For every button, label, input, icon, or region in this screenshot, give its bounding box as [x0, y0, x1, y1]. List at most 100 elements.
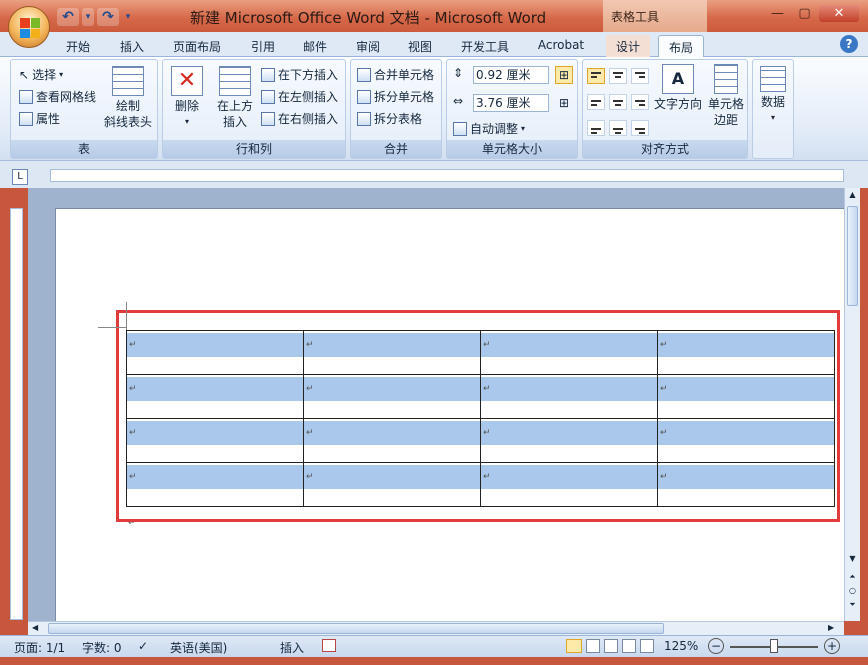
group-merge: 合并单元格 拆分单元格 拆分表格 合并: [350, 59, 442, 159]
close-icon[interactable]: ✕: [819, 5, 859, 22]
scroll-right-icon[interactable]: ▶: [828, 623, 838, 633]
undo-dropdown-icon[interactable]: ▾: [82, 8, 94, 26]
minimize-icon[interactable]: —: [765, 5, 790, 22]
group-alignment-label: 对齐方式: [583, 140, 747, 158]
autofit-button[interactable]: 自动调整 ▾: [453, 120, 525, 137]
tab-home[interactable]: 开始: [58, 35, 98, 57]
macro-record-icon[interactable]: [322, 639, 336, 652]
insert-above-icon: [219, 66, 251, 96]
split-table-button[interactable]: 拆分表格: [357, 110, 422, 127]
chevron-down-icon: ▾: [184, 117, 189, 126]
view-gridlines-button[interactable]: 查看网格线: [19, 88, 96, 105]
scroll-up-icon[interactable]: ▲: [847, 190, 858, 202]
ribbon-tab-bar: 开始 插入 页面布局 引用 邮件 审阅 视图 开发工具 Acrobat 设计 布…: [0, 32, 868, 57]
tab-acrobat[interactable]: Acrobat: [530, 35, 592, 57]
split-table-icon: [357, 111, 371, 126]
align-bottom-center-icon[interactable]: [609, 120, 627, 136]
properties-button[interactable]: 属性: [19, 110, 60, 127]
outline-view-icon[interactable]: [622, 639, 636, 653]
table-move-handle[interactable]: [98, 327, 126, 328]
tab-layout[interactable]: 布局: [658, 35, 704, 57]
row-height-input[interactable]: 0.92 厘米: [473, 66, 549, 84]
align-middle-left-icon[interactable]: [587, 94, 605, 110]
word-count[interactable]: 字数: 0: [82, 639, 122, 656]
vertical-scrollbar[interactable]: ▲ ▼ ⏶ ○ ⏷: [844, 188, 860, 621]
insert-right-button[interactable]: 在右侧插入: [261, 110, 338, 127]
insert-below-button[interactable]: 在下方插入: [261, 66, 338, 83]
tab-design[interactable]: 设计: [606, 35, 650, 57]
select-button[interactable]: ↖ 选择 ▾: [19, 66, 63, 83]
distribute-columns-icon[interactable]: ⊞: [555, 94, 573, 112]
horizontal-scroll-thumb[interactable]: [48, 623, 664, 634]
page-count[interactable]: 页面: 1/1: [14, 639, 65, 656]
gridlines-icon: [19, 89, 33, 104]
tab-mailings[interactable]: 邮件: [295, 35, 335, 57]
zoom-out-icon[interactable]: −: [708, 638, 724, 654]
insert-mode-indicator[interactable]: 插入: [280, 639, 304, 656]
align-bottom-right-icon[interactable]: [631, 120, 649, 136]
vertical-ruler[interactable]: [10, 208, 23, 620]
language-indicator[interactable]: 英语(美国): [170, 639, 227, 656]
help-icon[interactable]: ?: [840, 35, 858, 53]
office-logo-icon: [20, 18, 40, 38]
chevron-down-icon: ▾: [770, 113, 775, 122]
tab-view[interactable]: 视图: [400, 35, 440, 57]
split-cells-icon: [357, 89, 371, 104]
align-bottom-left-icon[interactable]: [587, 120, 605, 136]
delete-button[interactable]: ✕ 删除 ▾: [167, 66, 207, 130]
text-direction-icon: A: [662, 64, 694, 94]
split-cells-button[interactable]: 拆分单元格: [357, 88, 434, 105]
group-rows-columns: ✕ 删除 ▾ 在上方 插入 在下方插入 在左侧插入 在右侧插入 行和列: [162, 59, 346, 159]
draft-view-icon[interactable]: [640, 639, 654, 653]
align-middle-right-icon[interactable]: [631, 94, 649, 110]
zoom-slider-thumb[interactable]: [770, 639, 778, 653]
next-page-icon[interactable]: ⏷: [847, 600, 858, 612]
merge-cells-button[interactable]: 合并单元格: [357, 66, 434, 83]
select-browse-object-icon[interactable]: ○: [847, 586, 858, 598]
align-middle-center-icon[interactable]: [609, 94, 627, 110]
table-move-handle-vertical: [126, 302, 127, 330]
maximize-icon[interactable]: ▢: [792, 5, 817, 22]
cell-margins-button[interactable]: 单元格 边距: [705, 64, 747, 128]
column-width-input[interactable]: 3.76 厘米: [473, 94, 549, 112]
scroll-thumb[interactable]: [847, 206, 858, 306]
data-icon: [760, 66, 786, 92]
tab-insert[interactable]: 插入: [112, 35, 152, 57]
tab-review[interactable]: 审阅: [348, 35, 388, 57]
diagonal-table-icon: [112, 66, 144, 96]
web-layout-icon[interactable]: [604, 639, 618, 653]
previous-page-icon[interactable]: ⏶: [847, 572, 858, 584]
zoom-in-icon[interactable]: +: [824, 638, 840, 654]
tab-references[interactable]: 引用: [243, 35, 283, 57]
tab-selector-icon[interactable]: L: [12, 169, 28, 185]
window-title: 新建 Microsoft Office Word 文档 - Microsoft …: [190, 9, 547, 27]
align-top-center-icon[interactable]: [609, 68, 627, 84]
undo-icon[interactable]: ↶: [57, 8, 79, 26]
insert-left-button[interactable]: 在左侧插入: [261, 88, 338, 105]
tab-developer[interactable]: 开发工具: [453, 35, 517, 57]
redo-icon[interactable]: ↷: [97, 8, 119, 26]
office-button[interactable]: [8, 6, 50, 48]
proofing-icon[interactable]: ✓: [138, 639, 148, 653]
insert-right-icon: [261, 111, 275, 126]
align-top-left-icon[interactable]: [587, 68, 605, 84]
print-layout-view-icon[interactable]: [566, 639, 582, 653]
text-direction-button[interactable]: A 文字方向: [653, 64, 703, 112]
align-top-right-icon[interactable]: [631, 68, 649, 84]
distribute-rows-icon[interactable]: ⊞: [555, 66, 573, 84]
status-bar: 页面: 1/1 字数: 0 ✓ 英语(美国) 插入 125% − +: [0, 635, 868, 657]
data-button[interactable]: 数据 ▾: [755, 66, 791, 126]
horizontal-scrollbar[interactable]: ◀ ▶: [28, 621, 844, 635]
full-screen-reading-icon[interactable]: [586, 639, 600, 653]
insert-above-button[interactable]: 在上方 插入: [213, 66, 257, 130]
chevron-down-icon: ▾: [521, 124, 526, 133]
cursor-icon: ↖: [19, 67, 30, 82]
customize-qat-icon[interactable]: ▾: [122, 8, 134, 26]
scroll-left-icon[interactable]: ◀: [32, 623, 42, 633]
horizontal-ruler[interactable]: [50, 169, 844, 182]
tab-page-layout[interactable]: 页面布局: [165, 35, 229, 57]
scroll-down-icon[interactable]: ▼: [847, 554, 858, 566]
zoom-level[interactable]: 125%: [664, 639, 698, 653]
insert-below-icon: [261, 67, 275, 82]
draw-diagonal-header-button[interactable]: 绘制 斜线表头: [103, 66, 153, 130]
